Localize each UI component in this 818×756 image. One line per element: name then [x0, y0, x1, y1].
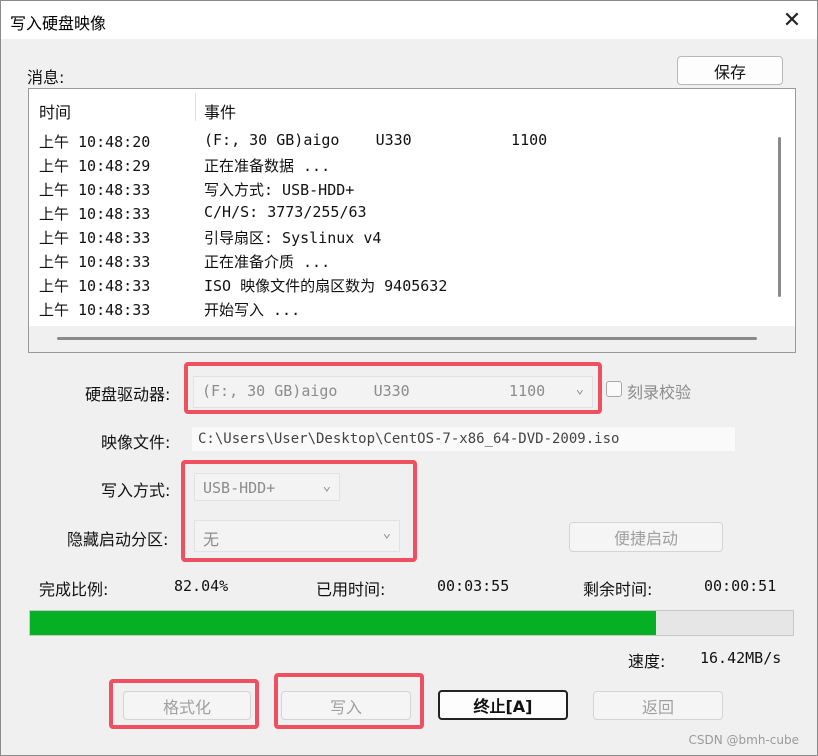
save-button[interactable]: 保存 [677, 56, 783, 85]
horizontal-scrollbar-track [29, 326, 795, 352]
list-item: 上午 10:48:20 (F:, 30 GB)aigo U330 1100 [29, 129, 773, 153]
row-event: 正在准备数据 ... [204, 157, 331, 175]
elapsed-value: 00:03:55 [437, 577, 510, 595]
row-time: 上午 10:48:29 [39, 157, 151, 175]
image-file-path: C:\Users\User\Desktop\CentOS-7-x86_64-DV… [198, 431, 620, 447]
message-log-header: 时间 事件 [29, 89, 773, 127]
row-event: 正在准备介质 ... [204, 253, 331, 271]
title-bar: 写入硬盘映像 ✕ [1, 1, 817, 39]
highlight-box-format [109, 679, 259, 729]
quick-boot-button[interactable]: 便捷启动 [569, 522, 723, 552]
percent-value: 82.04% [174, 577, 229, 595]
row-event: 引导扇区: Syslinux v4 [204, 229, 382, 247]
row-time: 上午 10:48:20 [39, 133, 151, 151]
window-title: 写入硬盘映像 [10, 14, 107, 33]
abort-button[interactable]: 终止[A] [438, 690, 568, 720]
remaining-value: 00:00:51 [704, 577, 777, 595]
row-event: 开始写入 ... [204, 301, 301, 319]
write-mode-label: 写入方式: [101, 481, 171, 500]
list-item: 上午 10:48:29 正在准备数据 ... [29, 153, 773, 177]
close-icon[interactable]: ✕ [773, 3, 811, 37]
row-time: 上午 10:48:33 [39, 301, 151, 319]
highlight-box-write [274, 673, 424, 729]
column-header-time[interactable]: 时间 [39, 99, 71, 123]
list-item: 上午 10:48:33 正在准备介质 ... [29, 249, 773, 273]
column-header-event[interactable]: 事件 [204, 99, 236, 123]
drive-label: 硬盘驱动器: [85, 385, 171, 404]
highlight-box-drive [184, 362, 602, 414]
speed-value: 16.42MB/s [700, 649, 782, 667]
image-file-label: 映像文件: [101, 433, 171, 452]
message-log[interactable]: 时间 事件 上午 10:48:20 (F:, 30 GB)aigo U330 11… [28, 88, 796, 353]
row-event: C/H/S: 3773/255/63 [204, 203, 367, 221]
verify-checkbox[interactable] [606, 381, 622, 397]
list-item: 上午 10:48:33 C/H/S: 3773/255/63 [29, 201, 773, 225]
list-item: 上午 10:48:33 引导扇区: Syslinux v4 [29, 225, 773, 249]
speed-label: 速度: [628, 652, 666, 671]
horizontal-scrollbar[interactable] [57, 337, 757, 340]
elapsed-label: 已用时间: [316, 580, 386, 599]
back-button[interactable]: 返回 [593, 691, 723, 720]
row-time: 上午 10:48:33 [39, 229, 151, 247]
progress-fill [30, 611, 656, 635]
watermark: CSDN @bmh-cube [688, 733, 799, 747]
messages-label: 消息: [27, 68, 65, 87]
column-divider[interactable] [195, 93, 196, 121]
row-event: (F:, 30 GB)aigo U330 1100 [204, 131, 548, 149]
list-item: 上午 10:48:33 写入方式: USB-HDD+ [29, 177, 773, 201]
row-event: 写入方式: USB-HDD+ [204, 181, 355, 199]
row-time: 上午 10:48:33 [39, 181, 151, 199]
row-time: 上午 10:48:33 [39, 277, 151, 295]
list-item: 上午 10:48:33 ISO 映像文件的扇区数为 9405632 [29, 273, 773, 297]
highlight-box-options [181, 460, 417, 562]
image-file-field[interactable]: C:\Users\User\Desktop\CentOS-7-x86_64-DV… [191, 426, 736, 452]
hidden-partition-label: 隐藏启动分区: [67, 530, 169, 549]
write-disk-image-dialog: 写入硬盘映像 ✕ 消息: 保存 时间 事件 上午 10:48:20 (F:, 30… [0, 0, 818, 756]
vertical-scrollbar[interactable] [778, 137, 781, 297]
row-time: 上午 10:48:33 [39, 205, 151, 223]
progress-bar [29, 610, 794, 636]
remaining-label: 剩余时间: [583, 580, 653, 599]
row-time: 上午 10:48:33 [39, 253, 151, 271]
verify-label: 刻录校验 [627, 383, 692, 402]
percent-label: 完成比例: [39, 580, 109, 599]
row-event: ISO 映像文件的扇区数为 9405632 [204, 277, 448, 295]
list-item: 上午 10:48:33 开始写入 ... [29, 297, 773, 321]
